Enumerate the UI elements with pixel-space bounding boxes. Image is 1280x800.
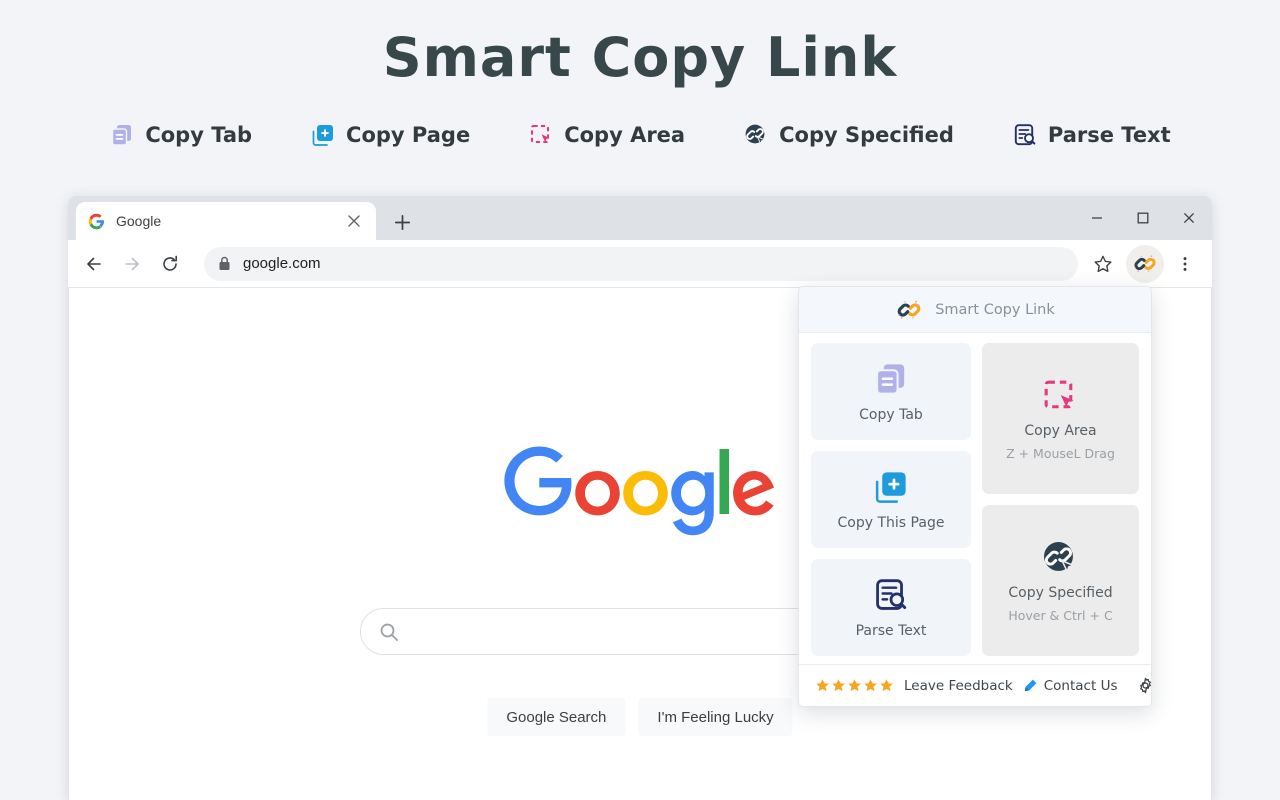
- bookmark-button[interactable]: [1086, 247, 1120, 281]
- google-search-button[interactable]: Google Search: [487, 698, 626, 736]
- smart-copy-link-icon: [1134, 254, 1156, 272]
- address-bar-url: google.com: [243, 255, 321, 272]
- forward-button[interactable]: [114, 246, 150, 282]
- new-tab-button[interactable]: [388, 208, 416, 236]
- toolbar-actions: [1086, 244, 1204, 283]
- copy-tab-icon: [872, 360, 910, 398]
- extension-popup: Smart Copy Link Copy Tab Copy This Page …: [798, 286, 1152, 707]
- copy-specified-icon: [745, 124, 767, 146]
- feature-list: Copy Tab Copy Page Copy Area Copy Specif…: [0, 122, 1280, 148]
- popup-card-label: Copy Tab: [859, 407, 923, 423]
- pen-icon: [1024, 679, 1037, 692]
- search-icon: [380, 623, 398, 641]
- smart-copy-link-icon: [897, 300, 921, 319]
- copy-tab-icon: [112, 125, 132, 146]
- star-icon: [880, 679, 893, 692]
- popup-title: Smart Copy Link: [935, 301, 1055, 318]
- reload-button[interactable]: [152, 246, 188, 282]
- copy-area-icon: [531, 125, 551, 143]
- feature-label: Parse Text: [1047, 123, 1171, 147]
- back-button[interactable]: [76, 246, 112, 282]
- feature-copy-specified: Copy Specified: [743, 122, 954, 148]
- maximize-icon: [1137, 212, 1149, 224]
- popup-card-label: Copy Specified: [1008, 585, 1113, 601]
- window-maximize-button[interactable]: [1120, 196, 1166, 240]
- star-icon: [832, 679, 845, 692]
- minimize-icon: [1092, 217, 1102, 219]
- feature-parse-text: Parse Text: [1012, 122, 1171, 148]
- copy-page-icon: [872, 468, 910, 506]
- star-icon: [864, 679, 877, 692]
- leave-feedback-link[interactable]: Leave Feedback: [904, 678, 1013, 694]
- three-dots-icon: [1183, 256, 1187, 271]
- close-icon[interactable]: [344, 211, 364, 231]
- popup-card-copy-specified[interactable]: Copy Specified Hover & Ctrl + C: [981, 505, 1139, 656]
- popup-card-label: Copy Area: [1024, 423, 1097, 439]
- reload-icon: [163, 255, 177, 271]
- copy-page-icon: [312, 125, 334, 146]
- feature-label: Copy Area: [564, 123, 686, 147]
- tab-title: Google: [116, 213, 162, 229]
- popup-card-copy-area[interactable]: Copy Area Z + MouseL Drag: [981, 343, 1139, 494]
- popup-card-label: Copy This Page: [837, 515, 945, 531]
- extension-button-smart-copy-link[interactable]: [1126, 244, 1164, 283]
- browser-tab-google[interactable]: Google: [76, 202, 376, 240]
- feeling-lucky-button[interactable]: I'm Feeling Lucky: [638, 698, 793, 736]
- contact-us-label: Contact Us: [1043, 677, 1118, 694]
- lock-icon: [219, 256, 230, 270]
- popup-header: Smart Copy Link: [799, 287, 1151, 333]
- browser-toolbar: google.com: [68, 240, 1212, 288]
- parse-text-icon: [1014, 124, 1036, 146]
- settings-button[interactable]: [1137, 677, 1151, 694]
- tab-strip: Google: [68, 196, 1212, 240]
- gear-icon: [1140, 677, 1151, 694]
- address-bar[interactable]: google.com: [204, 246, 1078, 281]
- popup-body: Copy Tab Copy This Page Parse Text Copy …: [799, 333, 1151, 664]
- copy-area-icon: [1040, 376, 1080, 416]
- star-icon: [848, 679, 861, 692]
- popup-footer: Leave Feedback Contact Us: [799, 664, 1151, 706]
- feature-label: Copy Page: [346, 123, 471, 147]
- feature-copy-page: Copy Page: [310, 122, 470, 148]
- star-icon: [1094, 255, 1112, 272]
- window-minimize-button[interactable]: [1074, 196, 1120, 240]
- google-logo: [504, 446, 774, 536]
- arrow-left-icon: [87, 257, 101, 270]
- plus-icon: [394, 214, 410, 230]
- google-buttons: Google Search I'm Feeling Lucky: [487, 698, 793, 736]
- feature-copy-tab: Copy Tab: [109, 122, 252, 148]
- window-close-button[interactable]: [1166, 196, 1212, 240]
- parse-text-icon: [872, 576, 910, 614]
- popup-card-label: Parse Text: [855, 623, 927, 639]
- popup-left-column: Copy Tab Copy This Page Parse Text: [811, 343, 971, 656]
- popup-right-column: Copy Area Z + MouseL Drag Copy Specified…: [981, 343, 1139, 656]
- window-controls: [1074, 196, 1212, 240]
- arrow-right-icon: [125, 257, 139, 270]
- feature-label: Copy Specified: [779, 123, 954, 147]
- browser-menu-button[interactable]: [1170, 247, 1200, 281]
- popup-card-copy-tab[interactable]: Copy Tab: [811, 343, 971, 440]
- page-title: Smart Copy Link: [382, 26, 898, 89]
- star-icon: [816, 679, 829, 692]
- popup-card-parse-text[interactable]: Parse Text: [811, 559, 971, 656]
- contact-us-link[interactable]: Contact Us: [1023, 677, 1118, 694]
- feature-copy-area: Copy Area: [528, 122, 685, 148]
- google-favicon: [88, 213, 104, 229]
- popup-card-copy-this-page[interactable]: Copy This Page: [811, 451, 971, 548]
- screenshot-root: Smart Copy Link Copy Tab Copy Page Copy …: [0, 0, 1280, 800]
- close-icon: [1183, 212, 1195, 224]
- rating-stars[interactable]: [815, 678, 894, 693]
- popup-card-hint: Hover & Ctrl + C: [1008, 608, 1113, 623]
- copy-specified-icon: [1040, 538, 1080, 578]
- feature-label: Copy Tab: [145, 123, 253, 147]
- popup-card-hint: Z + MouseL Drag: [1006, 446, 1115, 461]
